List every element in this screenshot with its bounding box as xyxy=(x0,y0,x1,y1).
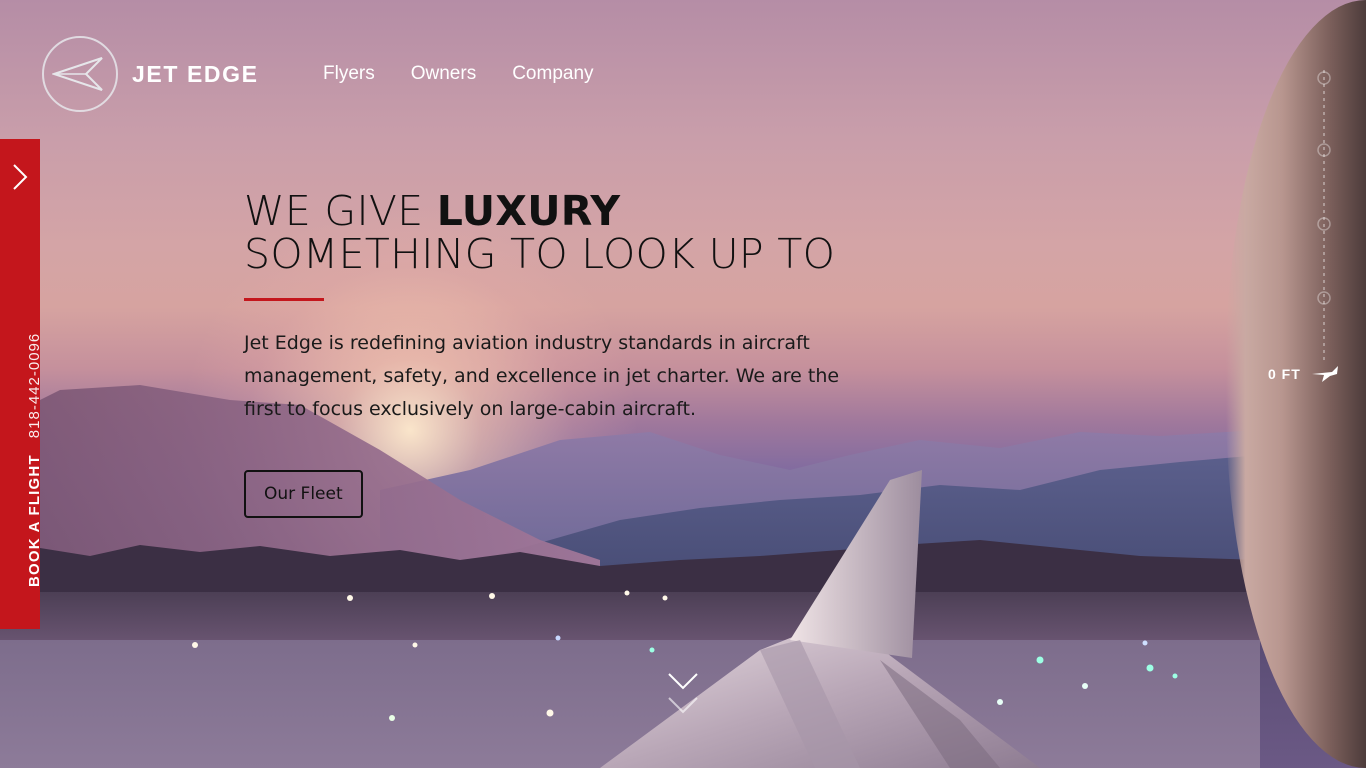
altitude-readout: 0 FT xyxy=(1268,366,1301,382)
hero-headline: WE GIVE LUXURY SOMETHING TO LOOK UP TO xyxy=(244,190,864,276)
nav-item-flyers[interactable]: Flyers xyxy=(323,63,375,85)
altitude-track xyxy=(1317,70,1331,360)
main-nav: Flyers Owners Company xyxy=(323,63,594,85)
scroll-down-icon[interactable] xyxy=(667,670,699,720)
our-fleet-button[interactable]: Our Fleet xyxy=(244,470,363,518)
hero-content: WE GIVE LUXURY SOMETHING TO LOOK UP TO J… xyxy=(244,190,864,518)
accent-divider xyxy=(244,298,324,301)
plane-icon xyxy=(1312,366,1338,382)
headline-line2: SOMETHING TO LOOK UP TO xyxy=(244,230,836,278)
jet-edge-logo-icon xyxy=(42,36,118,112)
hero-stage: JET EDGE Flyers Owners Company BOOK A FL… xyxy=(0,0,1366,768)
nav-item-company[interactable]: Company xyxy=(512,63,593,85)
brand-name: JET EDGE xyxy=(132,60,259,87)
hero-body: Jet Edge is redefining aviation industry… xyxy=(244,332,840,420)
nav-item-owners[interactable]: Owners xyxy=(411,63,476,85)
brand-logo[interactable]: JET EDGE xyxy=(42,36,259,112)
headline-strong: LUXURY xyxy=(436,187,621,235)
book-a-flight-link[interactable]: BOOK A FLIGHT xyxy=(26,454,43,587)
phone-number[interactable]: 818-442-0096 xyxy=(26,333,43,438)
side-tab-text: BOOK A FLIGHT 818-442-0096 xyxy=(26,333,43,587)
headline-part1: WE GIVE xyxy=(244,187,437,235)
chevron-right-icon[interactable] xyxy=(8,161,32,193)
